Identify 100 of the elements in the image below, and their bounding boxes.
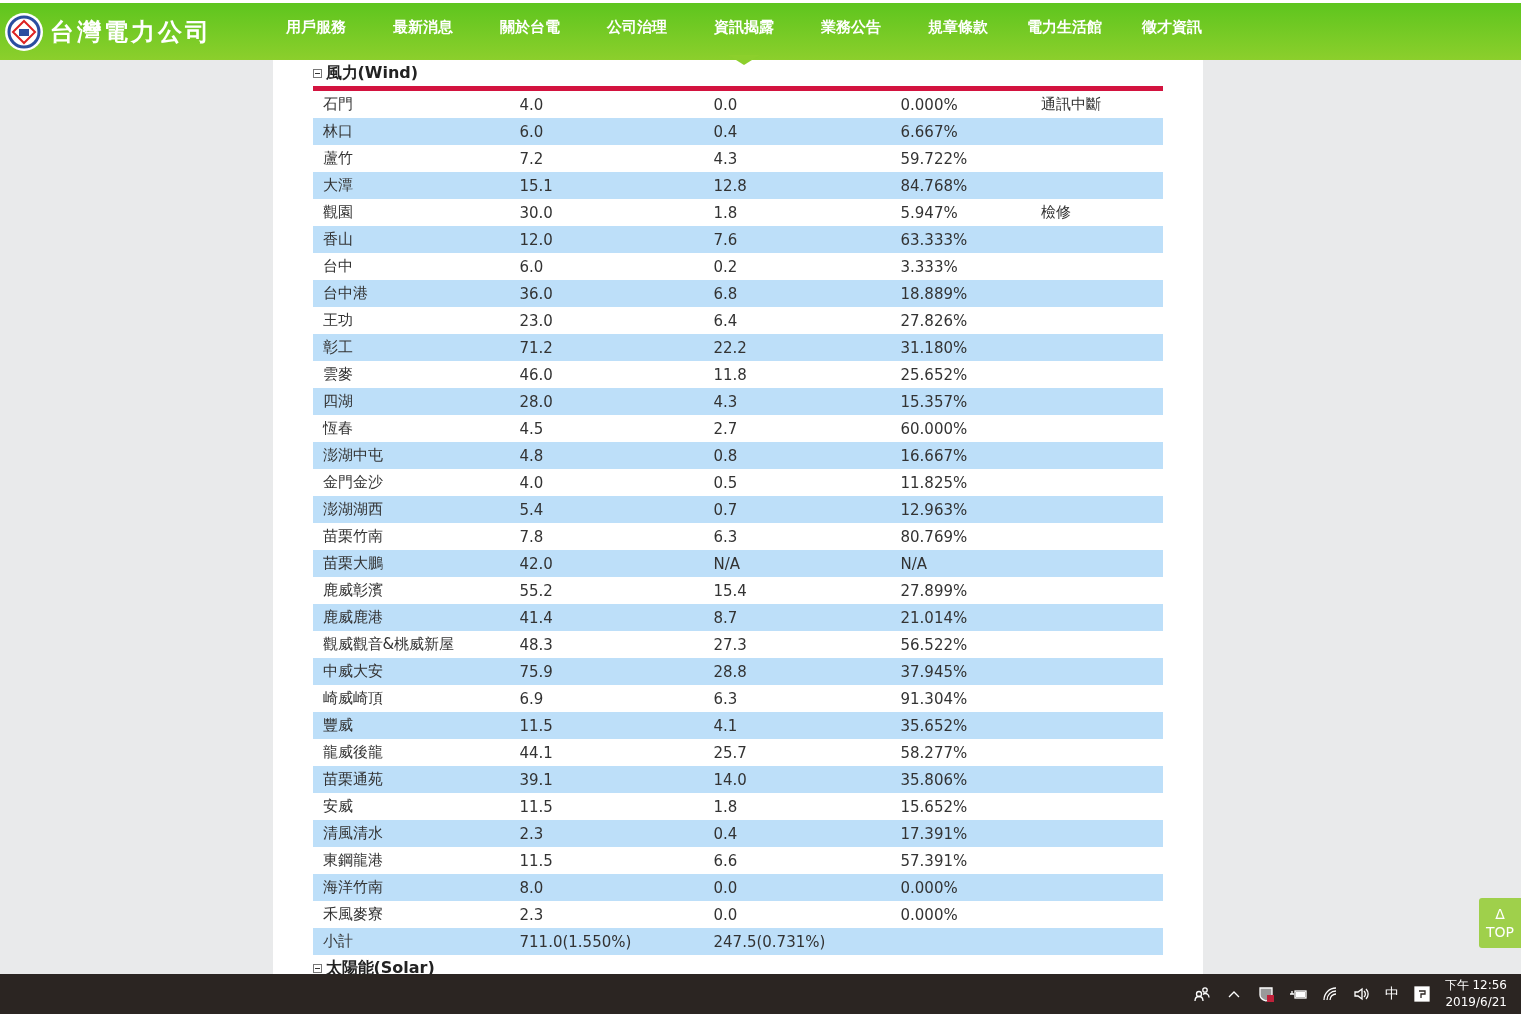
table-cell-text: 崎威崎頂 bbox=[322, 689, 384, 708]
table-cell-text: 6.8 bbox=[713, 284, 739, 303]
table-cell-text: 7.2 bbox=[519, 149, 545, 168]
table-cell-text: N/A bbox=[713, 554, 742, 573]
notes-icon[interactable] bbox=[1412, 985, 1431, 1003]
table-cell-text: 安威 bbox=[322, 797, 354, 816]
table-cell-text: 中威大安 bbox=[322, 662, 384, 681]
table-cell-text: 0.0 bbox=[713, 95, 739, 114]
table-cell-text: 12.8 bbox=[713, 176, 748, 195]
table-cell-text: 5.947% bbox=[900, 203, 959, 222]
table-cell-text: 1.8 bbox=[713, 203, 739, 222]
table-cell-text: 0.000% bbox=[900, 878, 959, 897]
table-cell-text: 23.0 bbox=[519, 311, 554, 330]
table-cell-text: 4.8 bbox=[519, 446, 545, 465]
table-cell-text: 6.9 bbox=[519, 689, 545, 708]
table-cell-text: 金門金沙 bbox=[322, 473, 384, 492]
table-cell-text: 苗栗通苑 bbox=[322, 770, 384, 789]
table-cell-text: 59.722% bbox=[900, 149, 969, 168]
table-cell-text: 鹿威彰濱 bbox=[322, 581, 384, 600]
collapse-icon[interactable] bbox=[312, 963, 322, 973]
table-cell-text: 44.1 bbox=[519, 743, 554, 762]
nav-link[interactable]: 公司治理 bbox=[583, 0, 690, 65]
logo-text: 台灣電力公司 bbox=[50, 15, 212, 48]
table-cell-text: 42.0 bbox=[519, 554, 554, 573]
table-cell-text: 台中 bbox=[322, 257, 354, 276]
table-cell-text: 55.2 bbox=[519, 581, 554, 600]
clock[interactable]: 下午 12:56 2019/6/21 bbox=[1444, 977, 1507, 1011]
table-cell-text: 恆春 bbox=[322, 419, 354, 438]
table-cell-text: N/A bbox=[900, 554, 929, 573]
table-cell-text: 王功 bbox=[322, 311, 354, 330]
table-cell-text: 0.4 bbox=[713, 122, 739, 141]
table-cell-text: 2.3 bbox=[519, 905, 545, 924]
table-cell-text: 6.3 bbox=[713, 527, 739, 546]
nav-link[interactable]: 規章條款 bbox=[904, 0, 1011, 65]
table-cell-text: 彰工 bbox=[322, 338, 354, 357]
table-cell-text: 1.8 bbox=[713, 797, 739, 816]
table-cell-text: 0.0 bbox=[713, 878, 739, 897]
table-cell-text: 11.5 bbox=[519, 716, 554, 735]
table-cell-text: 16.667% bbox=[900, 446, 969, 465]
table-cell-text: 27.826% bbox=[900, 311, 969, 330]
back-to-top-button[interactable]: Δ TOP bbox=[1479, 898, 1521, 948]
table-cell-text: 91.304% bbox=[900, 689, 969, 708]
table-cell-text: 清風清水 bbox=[322, 824, 384, 843]
table-cell-text: 71.2 bbox=[519, 338, 554, 357]
table-cell-text: 蘆竹 bbox=[322, 149, 354, 168]
table-cell-text: 台中港 bbox=[322, 284, 369, 303]
nav-link[interactable]: 關於台電 bbox=[476, 0, 583, 65]
table-cell-text: 36.0 bbox=[519, 284, 554, 303]
nav-link[interactable]: 業務公告 bbox=[797, 0, 904, 65]
table-cell-text: 30.0 bbox=[519, 203, 554, 222]
table-cell-text: 6.3 bbox=[713, 689, 739, 708]
table-cell-text: 3.333% bbox=[900, 257, 959, 276]
collapse-icon[interactable] bbox=[312, 68, 322, 78]
logo-icon bbox=[4, 11, 44, 52]
section-title: 風力(Wind) bbox=[325, 62, 419, 84]
table-cell-text: 60.000% bbox=[900, 419, 969, 438]
table-cell-text: 15.4 bbox=[713, 581, 748, 600]
table-cell-text: 48.3 bbox=[519, 635, 554, 654]
table-cell-text: 11.5 bbox=[519, 797, 554, 816]
table-cell-text: 6.0 bbox=[519, 257, 545, 276]
table-cell-text: 28.0 bbox=[519, 392, 554, 411]
table-cell-text: 35.652% bbox=[900, 716, 969, 735]
table-cell-text: 4.3 bbox=[713, 392, 739, 411]
table-cell-text: 0.4 bbox=[713, 824, 739, 843]
table-cell-text: 小計 bbox=[322, 932, 354, 951]
speaker-icon[interactable] bbox=[1352, 985, 1371, 1003]
table-cell-text: 57.391% bbox=[900, 851, 969, 870]
table-cell-text: 通訊中斷 bbox=[1040, 95, 1102, 114]
table-cell-text: 6.4 bbox=[713, 311, 739, 330]
table-cell-text: 4.0 bbox=[519, 473, 545, 492]
table-cell-text: 4.3 bbox=[713, 149, 739, 168]
wifi-icon[interactable] bbox=[1320, 985, 1339, 1003]
table-cell-text: 8.0 bbox=[519, 878, 545, 897]
table-cell-text: 苗栗竹南 bbox=[322, 527, 384, 546]
table-cell-text: 37.945% bbox=[900, 662, 969, 681]
table-cell-text: 17.391% bbox=[900, 824, 969, 843]
nav-link[interactable]: 用戶服務 bbox=[262, 0, 369, 65]
table-cell-text: 28.8 bbox=[713, 662, 748, 681]
table-cell-text: 林口 bbox=[322, 122, 354, 141]
table-cell-text: 5.4 bbox=[519, 500, 545, 519]
nav-link[interactable]: 電力生活館 bbox=[1011, 0, 1118, 65]
nav-link[interactable]: 徵才資訊 bbox=[1118, 0, 1225, 65]
ime-indicator[interactable]: 中 bbox=[1384, 985, 1399, 1003]
table-cell-text: 25.652% bbox=[900, 365, 969, 384]
table-cell-text: 247.5(0.731%) bbox=[713, 932, 827, 951]
people-icon[interactable] bbox=[1192, 985, 1211, 1003]
table-cell-text: 18.889% bbox=[900, 284, 969, 303]
table-cell-text: 0.2 bbox=[713, 257, 739, 276]
nav-link[interactable]: 最新消息 bbox=[369, 0, 476, 65]
table-cell-text: 4.1 bbox=[713, 716, 739, 735]
table-cell-text: 84.768% bbox=[900, 176, 969, 195]
table-cell-text: 澎湖中屯 bbox=[322, 446, 384, 465]
shield-icon[interactable] bbox=[1256, 985, 1275, 1003]
table-cell-text: 39.1 bbox=[519, 770, 554, 789]
table-cell-text: 15.357% bbox=[900, 392, 969, 411]
table-cell-text: 80.769% bbox=[900, 527, 969, 546]
table-cell-text: 12.0 bbox=[519, 230, 554, 249]
nav-link[interactable]: 資訊揭露 bbox=[690, 0, 797, 65]
table-cell-text: 6.6 bbox=[713, 851, 739, 870]
table-cell-text: 27.3 bbox=[713, 635, 748, 654]
